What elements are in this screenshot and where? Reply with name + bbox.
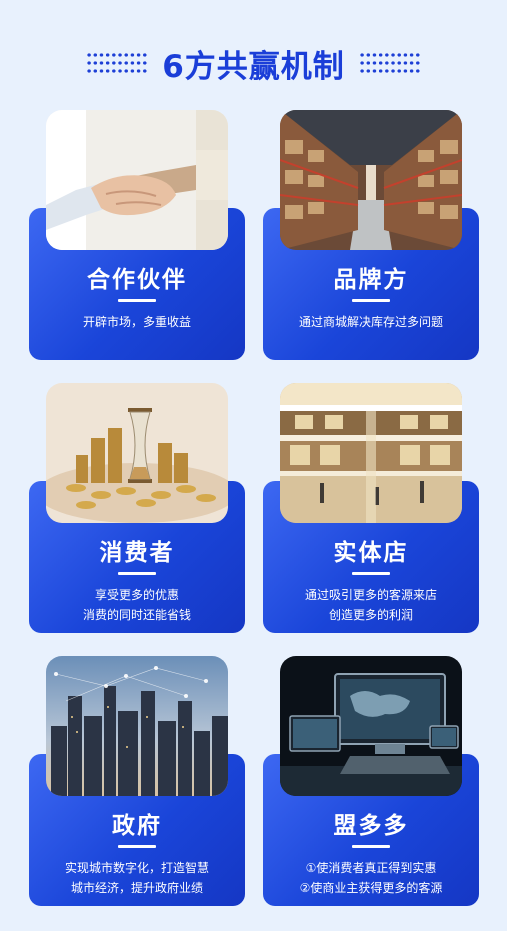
city-skyline-photo: [46, 656, 228, 796]
dots-decoration-right: [358, 51, 421, 75]
title-underline: [352, 572, 390, 575]
card-description: 通过吸引更多的客源来店 创造更多的利润: [267, 585, 475, 625]
card-title: 政府: [112, 813, 162, 839]
card-platform: 盟多多 ①使消费者真正得到实惠 ②使商业主获得更多的客源: [263, 656, 479, 906]
description-line: 消费的同时还能省钱: [82, 608, 191, 622]
card-description: 开辟市场，多重收益: [33, 312, 241, 332]
card-description: 享受更多的优惠 消费的同时还能省钱: [33, 585, 241, 625]
header: 6方共赢机制: [0, 40, 507, 86]
card-government: 政府 实现城市数字化，打造智慧 城市经济，提升政府业绩: [29, 656, 245, 906]
card-title: 消费者: [99, 540, 175, 566]
computer-devices-photo: [280, 656, 462, 796]
card-brand: 品牌方 通过商城解决库存过多问题: [263, 110, 479, 360]
title-underline: [118, 572, 156, 575]
card-description: 实现城市数字化，打造智慧 城市经济，提升政府业绩: [33, 858, 241, 898]
coins-hourglass-photo: [46, 383, 228, 523]
description-line: 通过商城解决库存过多问题: [298, 315, 443, 329]
card-store: 实体店 通过吸引更多的客源来店 创造更多的利润: [263, 383, 479, 633]
card-description: ①使消费者真正得到实惠 ②使商业主获得更多的客源: [267, 858, 475, 898]
card-title: 合作伙伴: [87, 267, 187, 293]
description-line: 开辟市场，多重收益: [82, 315, 191, 329]
card-title: 盟多多: [333, 813, 409, 839]
description-line: 享受更多的优惠: [94, 588, 179, 602]
card-title: 品牌方: [333, 267, 409, 293]
warehouse-photo: [280, 110, 462, 250]
card-partner: 合作伙伴 开辟市场，多重收益: [29, 110, 245, 360]
title-underline: [118, 299, 156, 302]
description-line: ②使商业主获得更多的客源: [299, 881, 443, 895]
description-line: 创造更多的利润: [328, 608, 413, 622]
title-underline: [352, 299, 390, 302]
shopping-mall-photo: [280, 383, 462, 523]
title-underline: [118, 845, 156, 848]
dots-decoration-left: [86, 51, 149, 75]
card-description: 通过商城解决库存过多问题: [267, 312, 475, 332]
description-line: ①使消费者真正得到实惠: [305, 861, 437, 875]
card-title: 实体店: [333, 540, 409, 566]
handshake-photo: [46, 110, 228, 250]
description-line: 城市经济，提升政府业绩: [70, 881, 203, 895]
card-consumer: 消费者 享受更多的优惠 消费的同时还能省钱: [29, 383, 245, 633]
description-line: 实现城市数字化，打造智慧: [64, 861, 209, 875]
title-underline: [352, 845, 390, 848]
page-title: 6方共赢机制: [162, 48, 345, 85]
description-line: 通过吸引更多的客源来店: [304, 588, 437, 602]
